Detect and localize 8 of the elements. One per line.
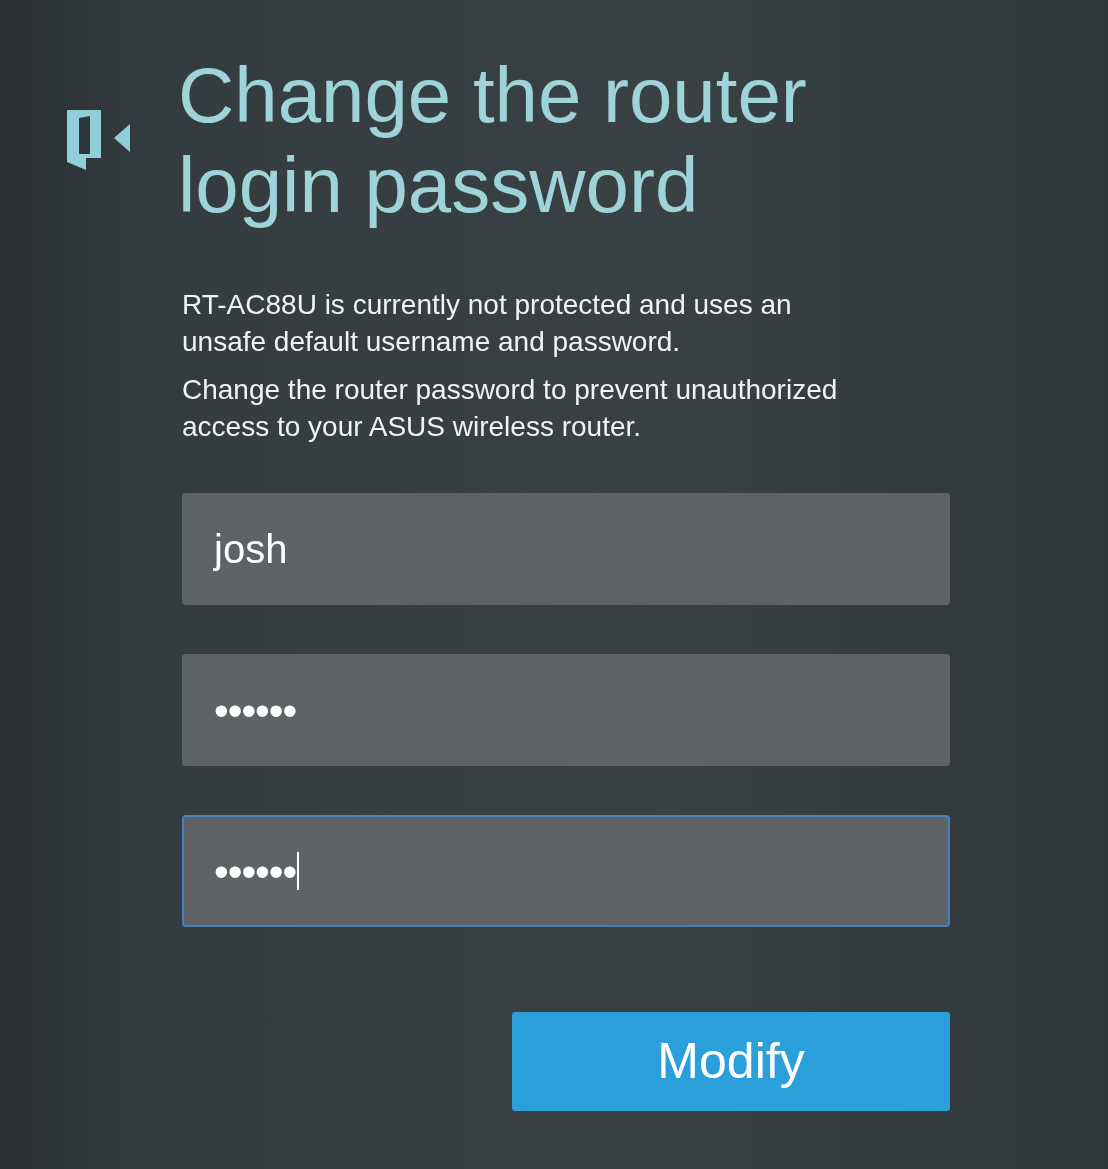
warning-text: RT-AC88U is currently not protected and uses an unsafe default username and password. [182, 288, 793, 359]
dialog-title: Change the router login password [178, 50, 808, 230]
username-field[interactable]: josh [182, 493, 950, 605]
door-arrow-icon [67, 108, 131, 172]
password-field[interactable]: •••••• [182, 815, 950, 927]
text-cursor-icon [297, 852, 300, 890]
password-field[interactable]: •••••• [182, 654, 950, 766]
warning-text: Change the router password to prevent unauthorized access to your ASUS wireless router. [182, 373, 839, 444]
